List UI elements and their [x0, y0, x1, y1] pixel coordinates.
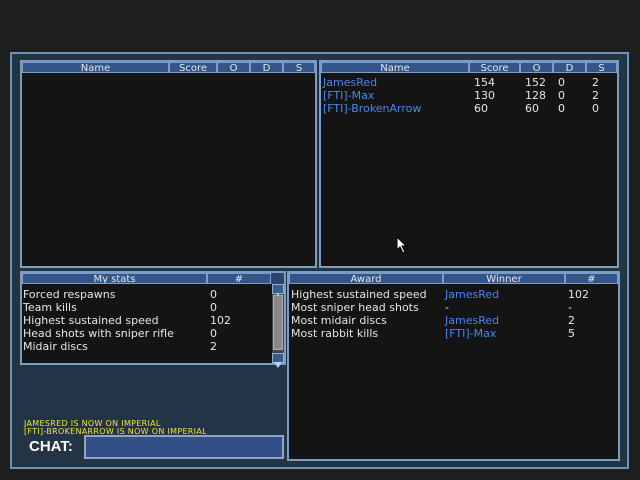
team-left-col-o[interactable]: O: [217, 62, 250, 73]
award-row: Most midair discs JamesRed 2: [291, 314, 617, 327]
award-row: Most rabbit kills [FTI]-Max 5: [291, 327, 617, 340]
stat-value: 0: [210, 288, 217, 301]
awards-col-winner[interactable]: Winner: [443, 273, 565, 284]
player-name: JamesRed: [323, 76, 378, 89]
team-right-col-s[interactable]: S: [586, 62, 617, 73]
stat-value: 2: [210, 340, 217, 353]
award-name: Most midair discs: [291, 314, 387, 327]
scroll-up-button[interactable]: [272, 284, 284, 299]
team-left-col-s[interactable]: S: [283, 62, 315, 73]
team-right-col-score[interactable]: Score: [469, 62, 520, 73]
mouse-cursor-icon: [396, 236, 408, 254]
award-count: -: [568, 301, 572, 314]
award-winner[interactable]: [FTI]-Max: [445, 327, 496, 340]
stat-value: 102: [210, 314, 231, 327]
award-row: Highest sustained speed JamesRed 102: [291, 288, 617, 301]
awards-col-award[interactable]: Award: [289, 273, 443, 284]
arrow-down-icon: [274, 362, 282, 368]
stat-row: Midair discs 2: [23, 340, 271, 353]
scroll-down-button[interactable]: [272, 353, 284, 368]
stat-row: Head shots with sniper rifle 0: [23, 327, 271, 340]
my-stats-panel: My stats # Forced respawns 0 Team kills …: [20, 271, 286, 368]
awards-panel: Award Winner # Highest sustained speed J…: [287, 271, 620, 461]
player-row[interactable]: [FTI]-Max 130 128 0 2: [323, 89, 617, 102]
chat-input[interactable]: [84, 435, 284, 459]
team-right-header: Name Score O D S: [321, 62, 617, 73]
player-offense: 128: [525, 89, 546, 102]
team-left-panel: Name Score O D S: [20, 60, 317, 268]
team-left-header: Name Score O D S: [22, 62, 315, 73]
team-right-col-name[interactable]: Name: [321, 62, 469, 73]
award-name: Most rabbit kills: [291, 327, 379, 340]
team-left-col-score[interactable]: Score: [169, 62, 217, 73]
player-score: 154: [474, 76, 495, 89]
team-right-col-d[interactable]: D: [553, 62, 586, 73]
player-offense: 152: [525, 76, 546, 89]
my-stats-header: My stats #: [22, 273, 284, 284]
award-winner: -: [445, 301, 449, 314]
stat-label: Midair discs: [23, 340, 88, 353]
player-style: 2: [592, 76, 599, 89]
player-style: 2: [592, 89, 599, 102]
stat-label: Team kills: [23, 301, 77, 314]
player-defense: 0: [558, 89, 565, 102]
player-name: [FTI]-BrokenArrow: [323, 102, 422, 115]
award-row: Most sniper head shots - -: [291, 301, 617, 314]
my-stats-col-label[interactable]: My stats: [22, 273, 207, 284]
stat-value: 0: [210, 327, 217, 340]
award-winner[interactable]: JamesRed: [445, 288, 499, 301]
player-defense: 0: [558, 102, 565, 115]
stat-value: 0: [210, 301, 217, 314]
award-count: 2: [568, 314, 575, 327]
team-left-col-name[interactable]: Name: [22, 62, 169, 73]
award-count: 102: [568, 288, 589, 301]
award-name: Most sniper head shots: [291, 301, 419, 314]
player-row[interactable]: [FTI]-BrokenArrow 60 60 0 0: [323, 102, 617, 115]
player-row[interactable]: JamesRed 154 152 0 2: [323, 76, 617, 89]
awards-header: Award Winner #: [289, 273, 618, 284]
player-score: 60: [474, 102, 488, 115]
stat-label: Highest sustained speed: [23, 314, 159, 327]
award-winner[interactable]: JamesRed: [445, 314, 499, 327]
stat-row: Team kills 0: [23, 301, 271, 314]
stat-row: Forced respawns 0: [23, 288, 271, 301]
scroll-thumb[interactable]: [273, 295, 283, 350]
stat-label: Head shots with sniper rifle: [23, 327, 174, 340]
chat-label: CHAT:: [29, 438, 73, 455]
player-offense: 60: [525, 102, 539, 115]
award-count: 5: [568, 327, 575, 340]
team-right-col-o[interactable]: O: [520, 62, 553, 73]
player-score: 130: [474, 89, 495, 102]
player-name: [FTI]-Max: [323, 89, 375, 102]
player-defense: 0: [558, 76, 565, 89]
player-style: 0: [592, 102, 599, 115]
my-stats-col-value[interactable]: #: [207, 273, 271, 284]
stat-label: Forced respawns: [23, 288, 116, 301]
stat-row: Highest sustained speed 102: [23, 314, 271, 327]
team-right-panel: Name Score O D S JamesRed 154 152 0 2 [F…: [319, 60, 619, 268]
my-stats-scrollbar[interactable]: [272, 284, 284, 368]
award-name: Highest sustained speed: [291, 288, 427, 301]
awards-col-count[interactable]: #: [565, 273, 618, 284]
team-left-col-d[interactable]: D: [250, 62, 283, 73]
